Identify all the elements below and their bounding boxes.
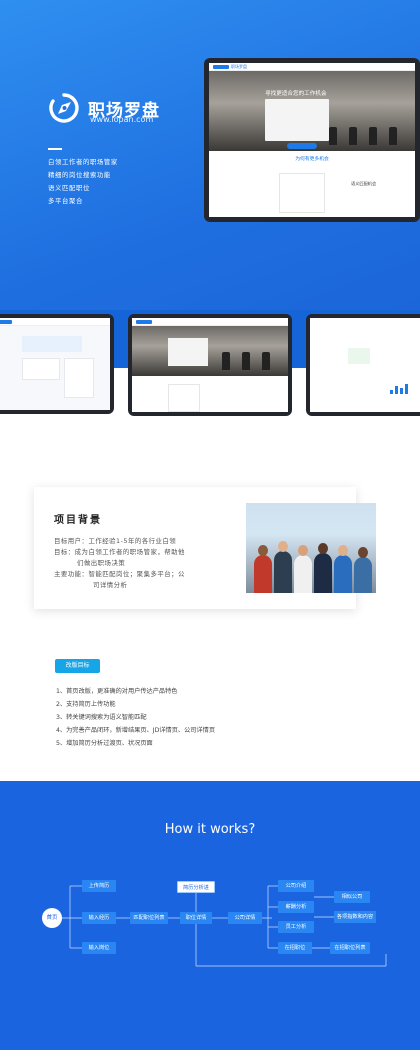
- mockup-home: [128, 314, 292, 416]
- mockup-card-title: 语义匹配机会: [351, 181, 377, 186]
- flow-current-jobs: 在招职位: [278, 942, 312, 954]
- mockup-headline: 寻找更适合您的工作机会: [265, 91, 327, 97]
- flow-home: 首页: [42, 908, 62, 928]
- goal-item: 4、为完善产品闭环，新增结果页、JD详情页、公司详情页: [56, 727, 216, 734]
- main-mockup: 职场罗盘 寻找更适合您的工作机会 为何有更多机会 语义匹配机会: [204, 58, 420, 222]
- goal-item: 5、增加简历分析过渡页、状况页面: [56, 740, 153, 747]
- goal-item: 2、支持简历上传功能: [56, 701, 116, 708]
- flow-input-experience: 输入经历: [82, 912, 116, 924]
- background-card: 项目背景 目标用户：工作经验1-5年的各行业白领 目标：成为白领工作者的职场管家…: [34, 487, 376, 609]
- feature-2: 精细的岗位搜索功能: [48, 171, 111, 179]
- mockup-features: [306, 314, 420, 416]
- flow-similar-companies: 相似公司: [334, 891, 370, 903]
- goal-item: 1、首页改版，更准确的对用户传达产品特色: [56, 688, 178, 695]
- flow-staff-analysis: 员工分析: [278, 921, 314, 933]
- background-title: 项目背景: [54, 515, 102, 526]
- mockup-logo: 职场罗盘: [231, 63, 247, 69]
- mockup-dashboard: [0, 314, 114, 414]
- background-line-1: 目标用户：工作经验1-5年的各行业白领: [54, 537, 177, 545]
- flow-resume-analysis: 简历分析进: [177, 881, 215, 893]
- mockup-section-title: 为何有更多机会: [295, 157, 329, 162]
- feature-3: 语义匹配职位: [48, 184, 90, 192]
- background-line-4: 主要功能：智能匹配岗位；聚集多平台；公: [54, 570, 185, 578]
- flow-job-detail: 职位详情: [180, 912, 212, 924]
- flow-salary-analysis: 薪酬分析: [278, 901, 314, 913]
- goals-badge: 改版目标: [55, 659, 100, 673]
- flow-current-jobs-list: 在招职位列表: [330, 942, 370, 954]
- how-title: How it works?: [164, 822, 256, 837]
- team-photo: [246, 503, 376, 593]
- flow-company-detail: 公司详情: [228, 912, 262, 924]
- brand-url: www.lopan.com: [90, 115, 154, 124]
- compass-icon: [49, 93, 79, 123]
- goal-item: 3、转关键词搜索为语义智能匹配: [56, 714, 147, 721]
- flow-upload-resume: 上传简历: [82, 880, 116, 892]
- flow-input-job: 输入岗位: [82, 942, 116, 954]
- background-line-2: 目标：成为白领工作者的职场管家，帮助他: [54, 548, 185, 556]
- background-line-5: 司详情分析: [93, 581, 128, 589]
- flow-company-intro: 公司介绍: [278, 880, 314, 892]
- feature-1: 白领工作者的职场管家: [48, 158, 118, 166]
- feature-4: 多平台聚合: [48, 197, 83, 205]
- flow-match-list: 匹配职位列表: [130, 912, 168, 924]
- flow-industry-index: 各项指数和内容: [334, 911, 376, 923]
- background-line-3: 们做出职场决策: [77, 559, 126, 567]
- hero-divider: [48, 148, 62, 150]
